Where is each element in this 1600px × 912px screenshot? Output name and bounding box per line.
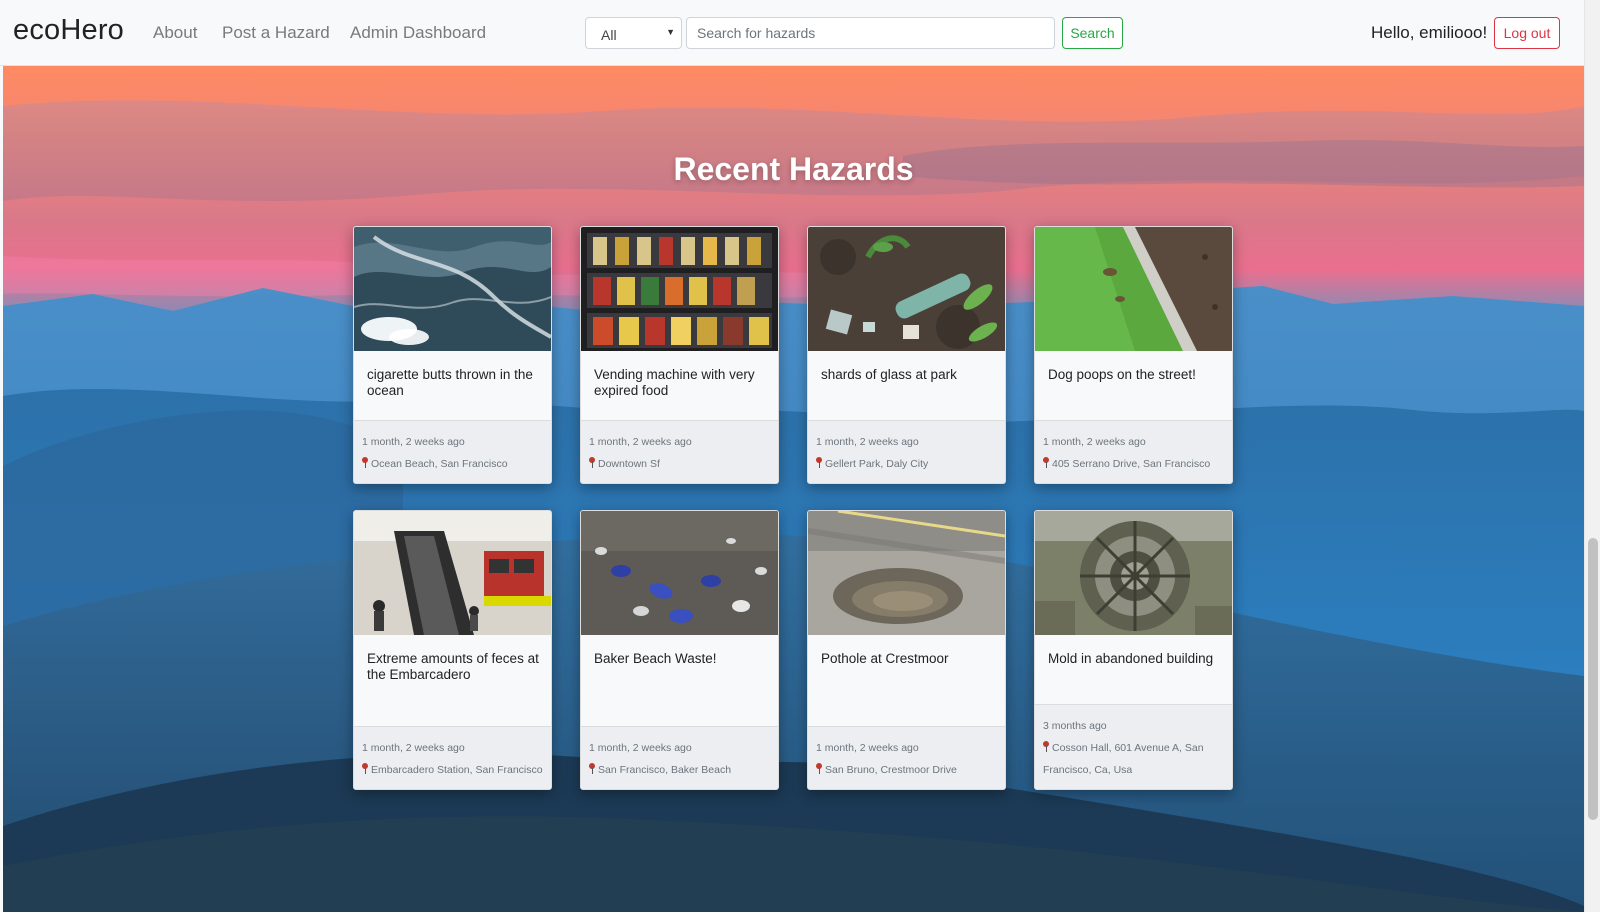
map-pin-icon — [1043, 741, 1049, 752]
hazard-card-title: cigarette butts thrown in the ocean — [367, 367, 533, 398]
nav-link-about[interactable]: About — [153, 23, 197, 43]
map-pin-icon — [1043, 457, 1049, 468]
hazard-card-time: 3 months ago — [1043, 720, 1107, 732]
category-filter-select[interactable]: All ▼ — [585, 17, 682, 49]
hazard-card-time: 1 month, 2 weeks ago — [589, 742, 692, 754]
hazard-image-glass-shards — [808, 227, 1005, 351]
scrollbar-thumb[interactable] — [1588, 538, 1598, 820]
hazard-card[interactable]: Dog poops on the street! 1 month, 2 week… — [1034, 226, 1233, 484]
hazard-card-footer: 1 month, 2 weeks ago 405 Serrano Drive, … — [1035, 420, 1232, 483]
hazard-card-location: Cosson Hall, 601 Avenue A, San Francisco… — [1043, 742, 1204, 776]
logout-button[interactable]: Log out — [1494, 17, 1560, 49]
hazard-card-title: shards of glass at park — [821, 367, 957, 382]
hazard-card-time: 1 month, 2 weeks ago — [362, 742, 465, 754]
hazard-image-beach-waste — [581, 511, 778, 635]
hazard-image-embarcadero-station — [354, 511, 551, 635]
search-button[interactable]: Search — [1062, 17, 1123, 49]
hazard-card-footer: 1 month, 2 weeks ago Downtown Sf — [581, 420, 778, 483]
caret-down-icon: ▼ — [666, 27, 675, 37]
hazard-card-time: 1 month, 2 weeks ago — [1043, 436, 1146, 448]
nav-link-post-hazard[interactable]: Post a Hazard — [222, 23, 330, 43]
hazard-card-footer: 1 month, 2 weeks ago San Bruno, Crestmoo… — [808, 726, 1005, 789]
hazard-card-title: Pothole at Crestmoor — [821, 651, 949, 666]
hazard-card-footer: 1 month, 2 weeks ago San Francisco, Bake… — [581, 726, 778, 789]
map-pin-icon — [589, 457, 595, 468]
hazard-card-title: Vending machine with very expired food — [594, 367, 755, 398]
map-pin-icon — [816, 457, 822, 468]
hazard-card[interactable]: Pothole at Crestmoor 1 month, 2 weeks ag… — [807, 510, 1006, 790]
hazard-card-footer: 3 months ago Cosson Hall, 601 Avenue A, … — [1035, 704, 1232, 789]
hazard-card-location: Ocean Beach, San Francisco — [371, 458, 508, 470]
hazard-card-footer: 1 month, 2 weeks ago Embarcadero Station… — [354, 726, 551, 789]
user-greeting: Hello, emiliooo! — [1371, 23, 1488, 42]
hazard-image-dog-poop — [1035, 227, 1232, 351]
hazard-card-title: Extreme amounts of feces at the Embarcad… — [367, 651, 539, 682]
navbar: ecoHero About Post a Hazard Admin Dashbo… — [0, 0, 1584, 66]
mountain-landscape-image — [3, 100, 1584, 912]
hazard-card[interactable]: shards of glass at park 1 month, 2 weeks… — [807, 226, 1006, 484]
page-title: Recent Hazards — [673, 151, 914, 187]
map-pin-icon — [816, 763, 822, 774]
hazard-card[interactable]: cigarette butts thrown in the ocean 1 mo… — [353, 226, 552, 484]
hazard-card[interactable]: Vending machine with very expired food 1… — [580, 226, 779, 484]
hazard-card-location: San Francisco, Baker Beach — [598, 764, 732, 776]
hazard-card-footer: 1 month, 2 weeks ago Ocean Beach, San Fr… — [354, 420, 551, 483]
hazard-card[interactable]: Baker Beach Waste! 1 month, 2 weeks ago … — [580, 510, 779, 790]
map-pin-icon — [362, 457, 368, 468]
hazard-card-location: Downtown Sf — [598, 458, 660, 470]
hazard-card-location: San Bruno, Crestmoor Drive — [825, 764, 957, 776]
hazard-card-time: 1 month, 2 weeks ago — [816, 742, 919, 754]
hazard-card-time: 1 month, 2 weeks ago — [362, 436, 465, 448]
hazard-image-pothole — [808, 511, 1005, 635]
brand-logo[interactable]: ecoHero — [13, 14, 124, 47]
hazard-card[interactable]: Mold in abandoned building 3 months ago … — [1034, 510, 1233, 790]
hazard-card-time: 1 month, 2 weeks ago — [589, 436, 692, 448]
nav-link-admin-dashboard[interactable]: Admin Dashboard — [350, 23, 486, 43]
hazard-card-title: Dog poops on the street! — [1048, 367, 1196, 382]
hazard-image-ocean — [354, 227, 551, 351]
hazard-image-abandoned-building — [1035, 511, 1232, 635]
hazard-card-location: Gellert Park, Daly City — [825, 458, 929, 470]
hazard-image-vending-machine — [581, 227, 778, 351]
hazard-card-title: Baker Beach Waste! — [594, 651, 717, 666]
vertical-scrollbar[interactable] — [1584, 0, 1600, 912]
map-pin-icon — [362, 763, 368, 774]
hazard-card-time: 1 month, 2 weeks ago — [816, 436, 919, 448]
hazard-card-title: Mold in abandoned building — [1048, 651, 1214, 666]
filter-selected-value: All — [601, 27, 617, 43]
map-pin-icon — [589, 763, 595, 774]
hazard-card-footer: 1 month, 2 weeks ago Gellert Park, Daly … — [808, 420, 1005, 483]
search-input[interactable] — [686, 17, 1055, 49]
hazard-card-location: Embarcadero Station, San Francisco — [371, 764, 543, 776]
hero-background: Recent Hazards — [3, 66, 1584, 912]
hazard-card[interactable]: Extreme amounts of feces at the Embarcad… — [353, 510, 552, 790]
hazard-card-location: 405 Serrano Drive, San Francisco — [1052, 458, 1211, 470]
